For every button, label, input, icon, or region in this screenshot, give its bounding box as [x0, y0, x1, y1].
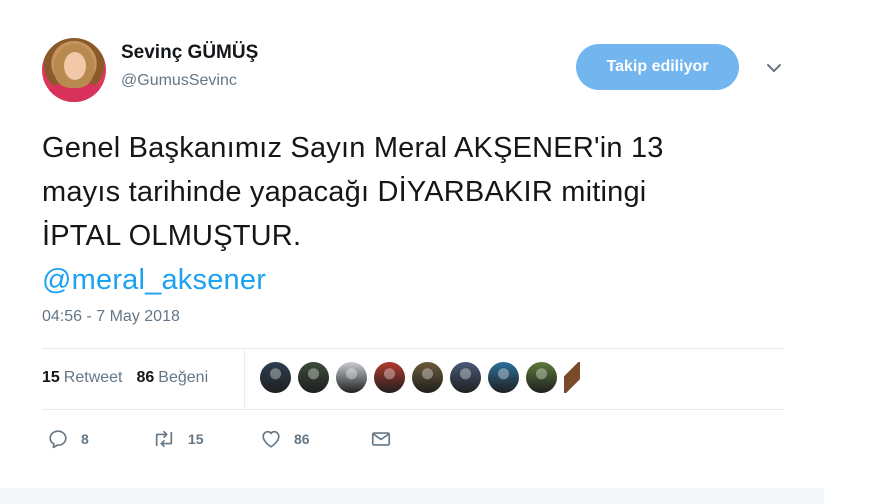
retweet-count: 15	[188, 431, 204, 447]
tweet-line: mayıs tarihinde yapacağı DİYARBAKIR miti…	[42, 176, 647, 208]
author-avatar[interactable]	[42, 38, 106, 102]
following-button[interactable]: Takip ediliyor	[576, 44, 739, 90]
tweet-line: Genel Başkanımız Sayın Meral AKŞENER'in …	[42, 132, 664, 164]
retweet-stat[interactable]: 15 Retweet	[42, 369, 123, 387]
tweet-actions: 8 15 86	[47, 428, 392, 450]
heart-icon	[260, 428, 282, 450]
liker-avatar-1[interactable]	[260, 362, 291, 393]
liker-avatar-3[interactable]	[336, 362, 367, 393]
reply-count: 8	[81, 431, 89, 447]
retweet-stat-count: 15	[42, 369, 60, 386]
like-stat-count: 86	[136, 369, 155, 386]
divider	[42, 409, 784, 410]
tweet-text: Genel Başkanımız Sayın Meral AKŞENER'in …	[42, 126, 822, 302]
liker-avatar-5[interactable]	[412, 362, 443, 393]
like-button[interactable]: 86	[260, 428, 370, 450]
liker-avatar-7[interactable]	[488, 362, 519, 393]
reply-icon	[47, 428, 69, 450]
reply-button[interactable]: 8	[47, 428, 152, 450]
tweet-card: Sevinç GÜMÜŞ @GumusSevinc Takip ediliyor…	[0, 0, 880, 504]
liker-avatar-6[interactable]	[450, 362, 481, 393]
author-display-name[interactable]: Sevinç GÜMÜŞ	[121, 42, 258, 64]
liker-avatar-9[interactable]	[564, 362, 580, 393]
liker-avatars	[260, 362, 580, 393]
liker-avatar-8[interactable]	[526, 362, 557, 393]
retweet-button[interactable]: 15	[152, 428, 260, 450]
liker-avatar-2[interactable]	[298, 362, 329, 393]
mention-link[interactable]: @meral_aksener	[42, 264, 266, 296]
author-handle[interactable]: @GumusSevinc	[121, 72, 237, 90]
like-stat[interactable]: 86 Beğeni	[137, 369, 209, 387]
chevron-down-icon[interactable]	[764, 58, 784, 78]
reply-area-edge	[0, 488, 824, 504]
like-count: 86	[294, 431, 310, 447]
envelope-icon	[370, 428, 392, 450]
liker-avatar-4[interactable]	[374, 362, 405, 393]
retweet-icon	[152, 428, 176, 450]
divider	[244, 349, 245, 408]
tweet-stats: 15 Retweet 86 Beğeni	[42, 369, 208, 387]
retweet-stat-label: Retweet	[63, 369, 123, 386]
direct-message-button[interactable]	[370, 428, 392, 450]
tweet-line: İPTAL OLMUŞTUR.	[42, 220, 302, 252]
divider	[42, 348, 784, 349]
tweet-timestamp[interactable]: 04:56 - 7 May 2018	[42, 308, 180, 326]
like-stat-label: Beğeni	[158, 369, 209, 386]
